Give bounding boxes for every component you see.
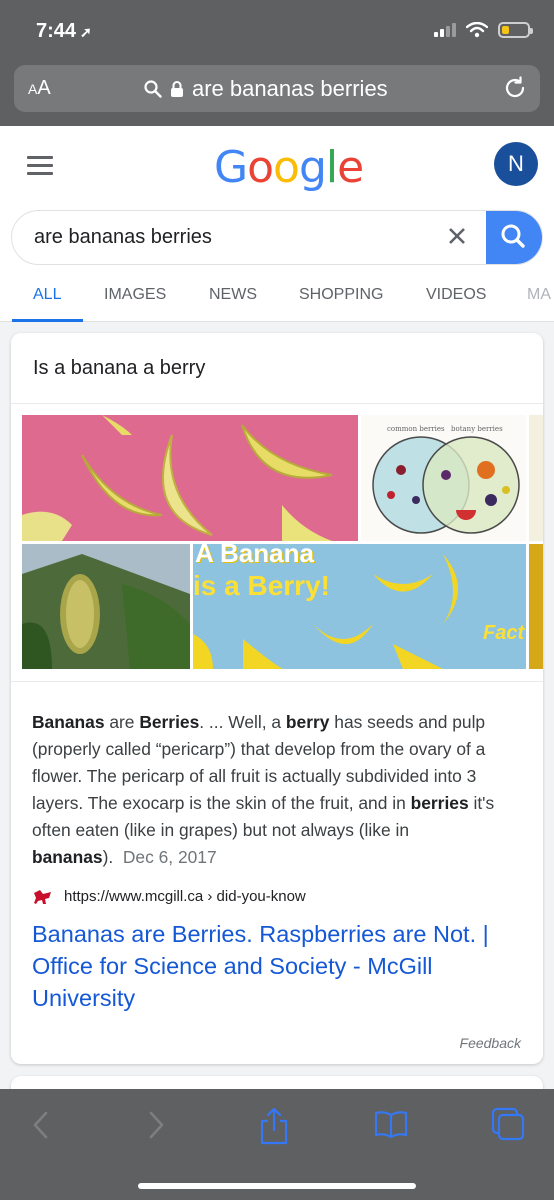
menu-icon[interactable] [27,156,53,180]
tab-shopping[interactable]: SHOPPING [299,286,383,304]
status-icons [434,22,533,38]
share-icon[interactable] [258,1107,290,1145]
feedback-link[interactable]: Feedback [460,1035,521,1051]
tab-news[interactable]: NEWS [209,286,257,304]
cellular-signal-icon [434,23,456,37]
venn-label-common: common berries [387,425,445,433]
partial-image-right-top[interactable] [529,415,543,541]
divider [11,403,543,404]
google-header: Google N are bananas berries ALL IMAGES … [0,126,554,322]
divider [11,681,543,682]
logo-letter: e [337,142,364,193]
search-icon [144,80,162,98]
top-chrome: 7:44 ➚ AA are bananas berries [0,0,554,126]
banana-is-a-berry-image[interactable]: A Banana is a Berry! Fact [193,544,526,669]
location-arrow-icon: ➚ [80,24,92,40]
logo-letter: g [298,142,327,193]
url-bar[interactable]: AA are bananas berries [14,65,540,112]
bookmarks-icon[interactable] [374,1109,408,1141]
source-citation[interactable]: https://www.mcgill.ca › did-you-know [32,887,306,905]
close-icon [449,228,465,244]
banana-tree-image[interactable] [22,544,190,669]
text-size-button[interactable]: AA [28,77,51,100]
berries-venn-diagram-image[interactable]: common berries botany berries [361,415,526,541]
source-path: › did-you-know [207,887,306,905]
forward-icon[interactable] [143,1107,169,1143]
battery-icon [498,22,533,38]
avatar[interactable]: N [494,142,538,186]
clear-button[interactable] [448,227,466,249]
url-text: are bananas berries [192,76,388,101]
lock-icon [171,81,183,97]
logo-letter: o [247,142,274,193]
tab-maps[interactable]: MA [527,286,551,304]
snippet-question: Is a banana a berry [33,357,206,379]
reload-icon[interactable] [502,75,528,101]
venn-label-botany: botany berries [451,425,503,433]
back-icon[interactable] [28,1107,54,1143]
result-link[interactable]: Bananas are Berries. Raspberries are Not… [32,918,527,1014]
search-input[interactable]: are bananas berries [34,226,212,249]
logo-letter: G [214,142,248,193]
tab-all[interactable]: ALL [33,286,61,304]
logo-letter: l [325,142,338,193]
source-url: https://www.mcgill.ca [64,887,204,905]
search-button[interactable] [486,211,542,264]
search-icon [501,224,525,248]
banana-pink-image[interactable] [22,415,358,541]
url-field[interactable]: are bananas berries [144,76,388,102]
google-logo[interactable]: Google [214,142,364,193]
search-box[interactable]: are bananas berries [11,210,543,265]
mcgill-favicon-icon [34,890,51,904]
snippet-date: Dec 6, 2017 [122,847,217,867]
search-tabs: ALL IMAGES NEWS SHOPPING VIDEOS MA [0,284,554,322]
active-tab-indicator [12,319,83,322]
tabs-icon[interactable] [491,1107,525,1141]
logo-letter: o [273,142,300,193]
home-indicator [138,1183,416,1189]
status-time: 7:44 ➚ [36,20,92,42]
partial-image-right-bottom[interactable] [529,544,543,669]
wifi-icon [466,22,488,38]
tab-videos[interactable]: VIDEOS [426,286,486,304]
tab-images[interactable]: IMAGES [104,286,166,304]
featured-snippet-card: Is a banana a berry common berries botan… [11,333,543,1064]
snippet-text: Bananas are Berries. ... Well, a berry h… [32,712,495,867]
